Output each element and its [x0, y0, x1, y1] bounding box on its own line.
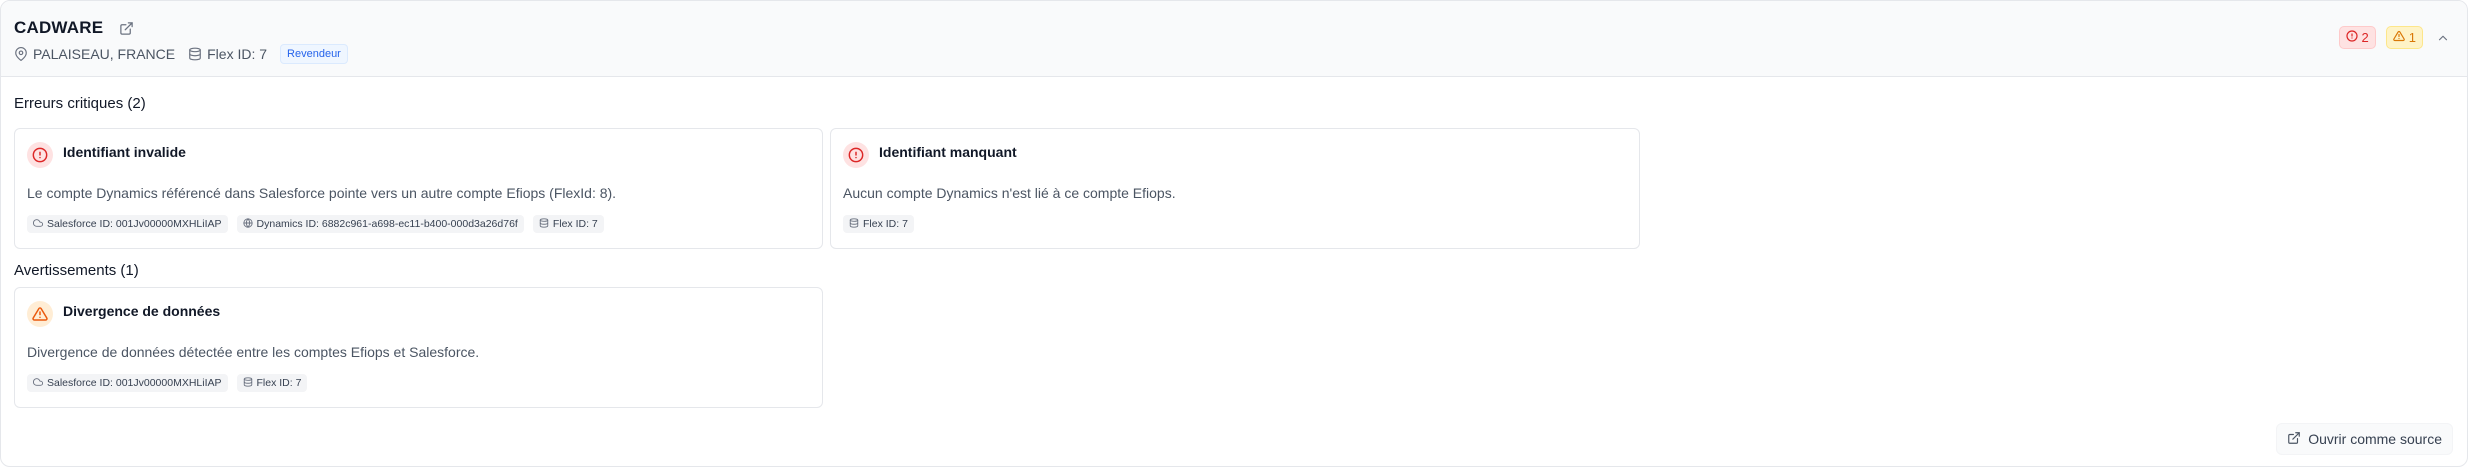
flex-id-item: Flex ID: 7 [188, 46, 267, 62]
alert-circle-icon [2345, 30, 2358, 45]
card-tags: Flex ID: 7 [843, 215, 914, 233]
card-title: Identifiant invalide [63, 144, 186, 160]
warning-count: 1 [2408, 30, 2416, 45]
chevron-up-icon[interactable] [2433, 28, 2453, 48]
external-link-icon[interactable] [117, 19, 135, 37]
error-card-invalid-id: Identifiant invalide Le compte Dynamics … [14, 128, 823, 249]
database-icon [243, 376, 253, 390]
flex-id-tag: Flex ID: 7 [532, 215, 604, 233]
card-tags: Salesforce ID: 001Jv00000MXHLiIAP Dynami… [27, 215, 604, 233]
tag-text: Flex ID: 7 [256, 377, 302, 389]
error-card-missing-id: Identifiant manquant Aucun compte Dynami… [830, 128, 1640, 249]
card-title: Identifiant manquant [879, 144, 1017, 160]
alert-triangle-icon [2392, 30, 2405, 45]
tag-text: Salesforce ID: 001Jv00000MXHLiIAP [47, 377, 222, 389]
warning-count-badge: 1 [2385, 26, 2423, 49]
tag-text: Dynamics ID: 6882c961-a698-ec11-b400-000… [256, 218, 518, 230]
flex-id-tag: Flex ID: 7 [843, 215, 914, 233]
warning-card-data-divergence: Divergence de données Divergence de donn… [14, 287, 823, 408]
salesforce-id-tag: Salesforce ID: 001Jv00000MXHLiIAP [27, 215, 228, 233]
database-icon [849, 217, 859, 231]
cloud-icon [33, 218, 44, 231]
card-title: Divergence de données [63, 303, 221, 319]
alert-circle-icon [843, 142, 869, 168]
card-description: Le compte Dynamics référencé dans Salesf… [27, 185, 617, 201]
open-as-source-label: Ouvrir comme source [2308, 431, 2442, 447]
location-item: PALAISEAU, FRANCE [14, 46, 175, 62]
warnings-title: Avertissements (1) [14, 262, 139, 279]
open-as-source-button[interactable]: Ouvrir comme source [2276, 423, 2453, 455]
account-meta-row: PALAISEAU, FRANCE Flex ID: 7 Revendeur [14, 44, 348, 64]
card-description: Aucun compte Dynamics n'est lié à ce com… [843, 185, 1176, 201]
database-icon [539, 217, 549, 231]
cloud-icon [33, 377, 44, 390]
external-link-icon [2287, 431, 2301, 448]
dynamics-id-tag: Dynamics ID: 6882c961-a698-ec11-b400-000… [236, 215, 524, 233]
company-title-row: CADWARE [14, 18, 135, 38]
critical-errors-title: Erreurs critiques (2) [14, 95, 146, 112]
alert-circle-icon [27, 142, 53, 168]
tag-text: Salesforce ID: 001Jv00000MXHLiIAP [47, 218, 222, 230]
location-text: PALAISEAU, FRANCE [33, 46, 176, 62]
tag-text: Flex ID: 7 [863, 218, 908, 230]
error-count: 2 [2361, 30, 2369, 45]
database-icon [188, 47, 202, 61]
map-pin-icon [14, 47, 28, 61]
account-header: CADWARE PALAISEAU, FRANCE Flex ID: 7 Rev… [1, 1, 2467, 77]
flex-id-tag: Flex ID: 7 [236, 374, 308, 392]
header-summary: 2 1 [2338, 26, 2453, 49]
globe-icon [242, 217, 253, 231]
card-description: Divergence de données détectée entre les… [27, 344, 480, 360]
account-type-badge: Revendeur [280, 44, 348, 64]
error-count-badge: 2 [2338, 26, 2376, 49]
account-issues-panel: CADWARE PALAISEAU, FRANCE Flex ID: 7 Rev… [0, 0, 2468, 467]
flex-id-text: Flex ID: 7 [207, 46, 268, 62]
company-name: CADWARE [14, 18, 104, 37]
salesforce-id-tag: Salesforce ID: 001Jv00000MXHLiIAP [27, 374, 228, 392]
alert-triangle-icon [27, 301, 53, 327]
tag-text: Flex ID: 7 [552, 218, 598, 230]
card-tags: Salesforce ID: 001Jv00000MXHLiIAP Flex I… [27, 374, 308, 392]
